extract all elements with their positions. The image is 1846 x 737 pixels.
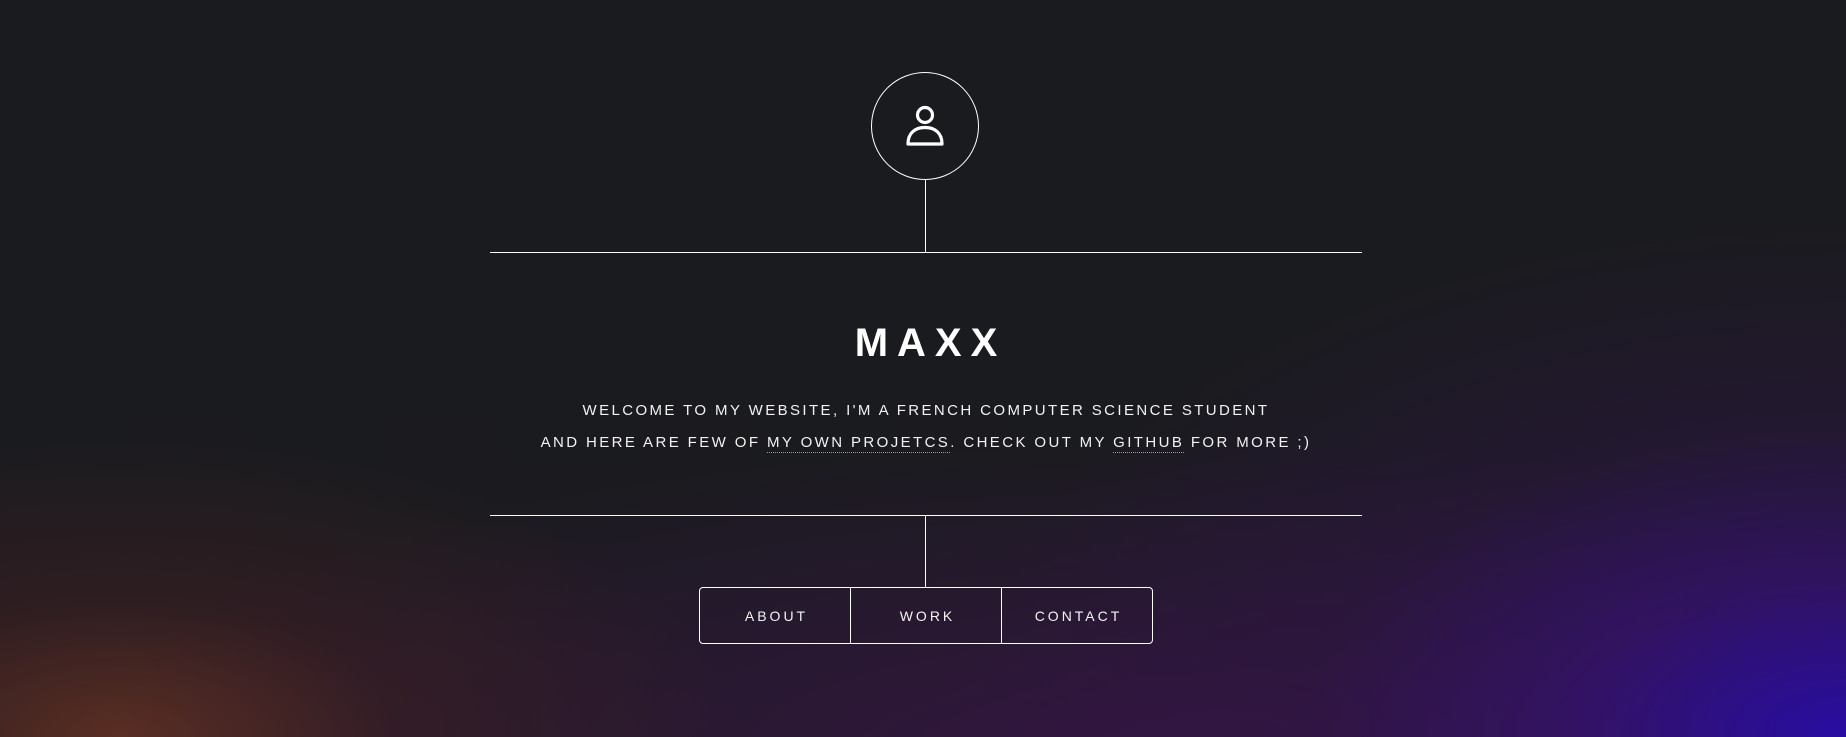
user-icon [906,105,944,146]
nav-about-button[interactable]: ABOUT [700,588,850,643]
nav-work-button[interactable]: WORK [850,588,1001,643]
projects-link[interactable]: MY OWN PROJETCS [766,434,951,453]
nav-contact-button[interactable]: CONTACT [1001,588,1152,643]
connector-line-top [925,180,926,252]
intro-line-2: AND HERE ARE FEW OF MY OWN PROJETCS. CHE… [490,427,1362,459]
intro-text: WELCOME TO MY WEBSITE, I'M A FRENCH COMP… [490,395,1362,459]
intro-line-2-middle: . CHECK OUT MY [950,434,1114,451]
github-link[interactable]: GITHUB [1113,434,1185,453]
main-nav: ABOUT WORK CONTACT [699,587,1153,644]
intro-line-2-start: AND HERE ARE FEW OF [540,434,767,451]
header-content: MAXX WELCOME TO MY WEBSITE, I'M A FRENCH… [490,252,1362,516]
logo-circle [871,72,979,180]
site-header: MAXX WELCOME TO MY WEBSITE, I'M A FRENCH… [0,0,1846,737]
connector-line-bottom [925,516,926,587]
intro-line-2-end: FOR MORE ;) [1184,434,1312,451]
intro-line-1: WELCOME TO MY WEBSITE, I'M A FRENCH COMP… [582,402,1270,419]
page-title: MAXX [854,321,1007,365]
